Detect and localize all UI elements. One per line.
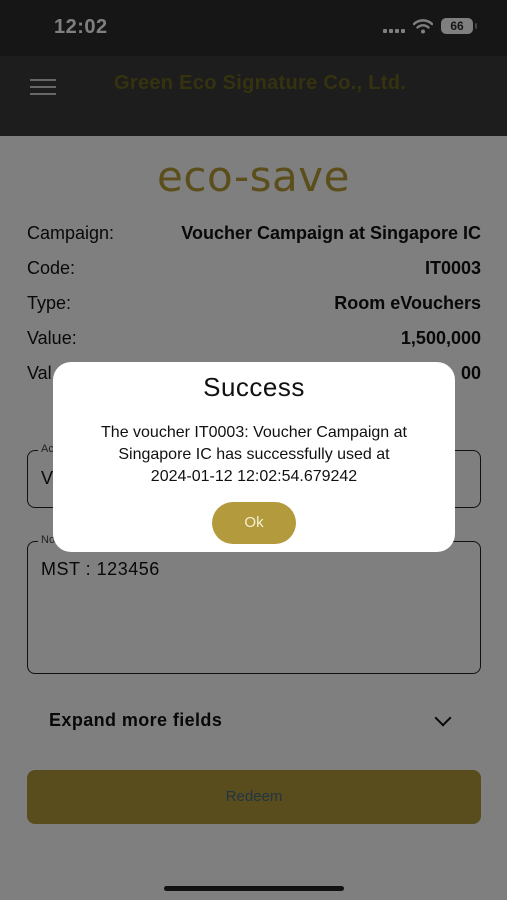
- success-dialog: Success The voucher IT0003: Voucher Camp…: [53, 362, 455, 552]
- dialog-message-line: 2024-01-12 12:02:54.679242: [150, 468, 358, 485]
- ok-button[interactable]: Ok: [212, 502, 296, 544]
- dialog-message-line: Singapore IC has successfully used at: [118, 446, 390, 463]
- dialog-message: The voucher IT0003: Voucher Campaign at …: [53, 422, 455, 488]
- home-indicator[interactable]: [164, 886, 344, 891]
- dialog-title: Success: [203, 372, 305, 402]
- dialog-message-line: The voucher IT0003: Voucher Campaign at: [101, 424, 407, 441]
